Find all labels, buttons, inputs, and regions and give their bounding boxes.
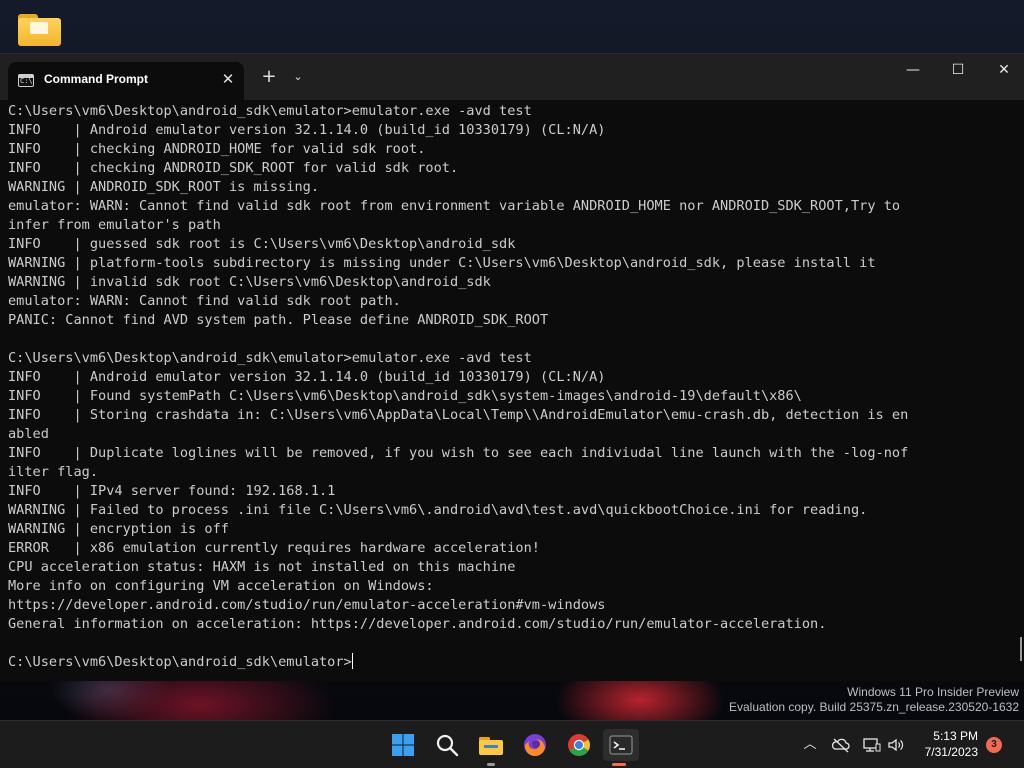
console-line: INFO | checking ANDROID_SDK_ROOT for val… (8, 160, 459, 176)
onedrive-icon[interactable] (831, 735, 851, 755)
console-line: INFO | guessed sdk root is C:\Users\vm6\… (8, 236, 516, 252)
console-line: CPU acceleration status: HAXM is not ins… (8, 559, 516, 575)
console-line: emulator: WARN: Cannot find valid sdk ro… (8, 198, 901, 214)
folder-icon[interactable] (18, 12, 62, 48)
console-line: INFO | Found systemPath C:\Users\vm6\Des… (8, 388, 802, 404)
console-line: emulator: WARN: Cannot find valid sdk ro… (8, 293, 401, 309)
console-line: INFO | IPv4 server found: 192.168.1.1 (8, 483, 336, 499)
chrome-icon[interactable] (563, 729, 595, 761)
text-cursor (351, 653, 353, 669)
new-tab-button[interactable]: + (259, 67, 279, 87)
console-line: WARNING | Failed to process .ini file C:… (8, 502, 868, 518)
clock-date: 7/31/2023 (924, 745, 978, 759)
console-line: More info on configuring VM acceleration… (8, 578, 434, 594)
console-output[interactable]: C:\Users\vm6\Desktop\android_sdk\emulato… (8, 102, 1008, 676)
minimize-button[interactable]: — (890, 62, 936, 90)
windows-start-icon[interactable] (387, 729, 419, 761)
terminal-icon[interactable] (603, 729, 639, 766)
console-line: ERROR | x86 emulation currently requires… (8, 540, 540, 556)
file-explorer-icon[interactable] (475, 729, 507, 766)
tab-title: Command Prompt (44, 72, 149, 86)
command-prompt-icon: C:\ (18, 74, 34, 87)
console-line: C:\Users\vm6\Desktop\android_sdk\emulato… (8, 103, 532, 119)
console-line: INFO | Android emulator version 32.1.14.… (8, 122, 606, 138)
console-line: infer from emulator's path (8, 217, 221, 233)
console-line: WARNING | encryption is off (8, 521, 229, 537)
scrollbar-thumb[interactable] (1020, 637, 1022, 661)
tray-chevron-icon[interactable]: ︿ (800, 735, 820, 755)
prompt-line[interactable]: C:\Users\vm6\Desktop\android_sdk\emulato… (8, 653, 1008, 672)
taskbar: ︿ 5:13 PM 7/31/2023 3 (0, 720, 1024, 768)
clock-time: 5:13 PM (933, 729, 978, 743)
volume-icon[interactable] (886, 735, 906, 755)
network-icon[interactable] (862, 735, 882, 755)
chevron-down-icon[interactable]: ⌄ (289, 67, 307, 87)
console-line: General information on acceleration: htt… (8, 616, 827, 632)
firefox-icon[interactable] (519, 729, 551, 761)
console-line: WARNING | invalid sdk root C:\Users\vm6\… (8, 274, 491, 290)
terminal-window: C:\ Command Prompt ✕ + ⌄ — ☐ ✕ C:\Users\… (0, 53, 1024, 681)
console-line: INFO | checking ANDROID_HOME for valid s… (8, 141, 426, 157)
console-line: https://developer.android.com/studio/run… (8, 597, 606, 613)
console-line: ilter flag. (8, 464, 99, 480)
console-line: INFO | Storing crashdata in: C:\Users\vm… (8, 407, 909, 423)
prompt-text: C:\Users\vm6\Desktop\android_sdk\emulato… (8, 654, 352, 670)
notification-badge[interactable]: 3 (986, 737, 1002, 753)
console-line: PANIC: Cannot find AVD system path. Plea… (8, 312, 549, 328)
console-line: WARNING | ANDROID_SDK_ROOT is missing. (8, 179, 319, 195)
console-line: INFO | Duplicate loglines will be remove… (8, 445, 909, 461)
watermark-line-2: Evaluation copy. Build 25375.zn_release.… (729, 700, 1019, 714)
windows-watermark: Windows 11 Pro Insider Preview Evaluatio… (729, 685, 1019, 715)
title-bar[interactable]: C:\ Command Prompt ✕ + ⌄ — ☐ ✕ (0, 54, 1024, 100)
close-tab-icon[interactable]: ✕ (219, 70, 237, 88)
console-line: WARNING | platform-tools subdirectory is… (8, 255, 876, 271)
maximize-button[interactable]: ☐ (935, 62, 981, 90)
console-line: abled (8, 426, 49, 442)
watermark-line-1: Windows 11 Pro Insider Preview (847, 685, 1019, 699)
console-line: INFO | Android emulator version 32.1.14.… (8, 369, 606, 385)
clock[interactable]: 5:13 PM 7/31/2023 (925, 728, 978, 760)
console-line: C:\Users\vm6\Desktop\android_sdk\emulato… (8, 350, 532, 366)
search-icon[interactable] (431, 729, 463, 761)
tab-command-prompt[interactable]: C:\ Command Prompt ✕ (8, 62, 244, 100)
close-button[interactable]: ✕ (981, 62, 1024, 90)
